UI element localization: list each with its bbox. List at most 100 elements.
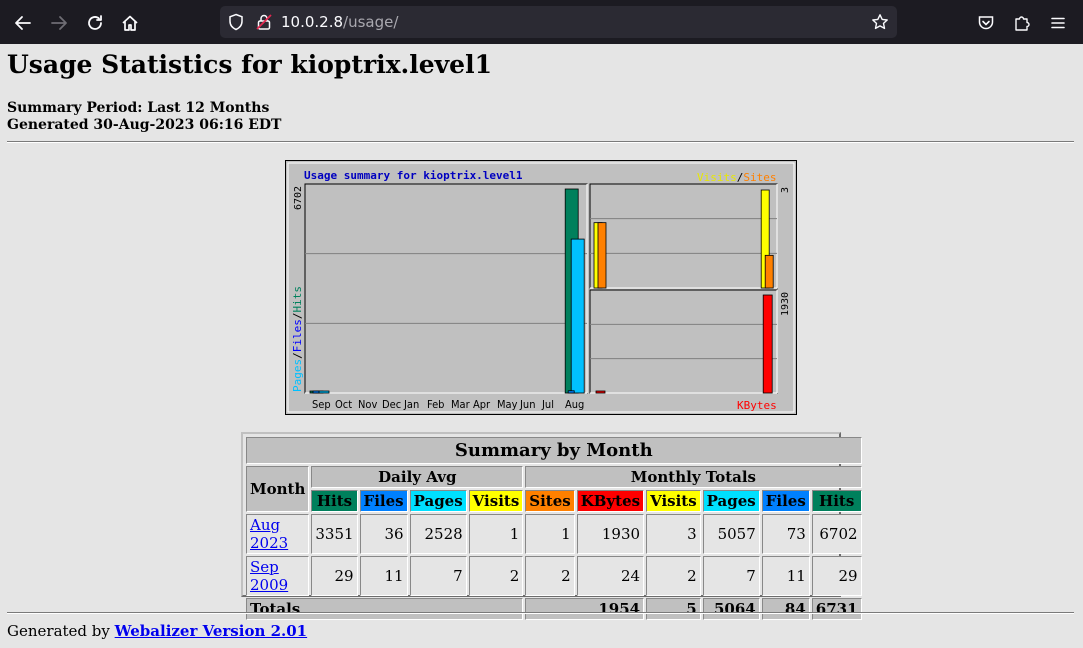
totals-row: Totals 1954 5 5064 84 6731 (246, 598, 862, 620)
sites-bar (764, 254, 774, 289)
col-header-visits: Visits (468, 490, 524, 512)
legend-visits: Visits (697, 171, 737, 184)
files-bar (312, 390, 320, 394)
legend-pages: Pages (291, 359, 304, 392)
summary-period: Summary Period: Last 12 Months (7, 100, 270, 116)
table-row: Sep 2009 29 11 7 2 2 24 2 7 11 29 (246, 556, 862, 596)
table-cell: 5057 (702, 514, 760, 554)
table-cell: 2 (646, 556, 701, 596)
shield-icon[interactable] (227, 13, 245, 31)
totals-pages: 5064 (702, 598, 760, 620)
url-text[interactable]: 10.0.2.8/usage/ (281, 13, 398, 31)
totals-visits: 5 (646, 598, 701, 620)
footer: Generated by Webalizer Version 2.01 (7, 622, 307, 640)
month-label: Jun (519, 398, 535, 411)
hits-files-pages-panel (304, 183, 588, 394)
menu-icon[interactable] (1044, 9, 1072, 37)
table-cell: 6702 (811, 514, 862, 554)
monthly-totals-header: Monthly Totals (525, 466, 862, 488)
pages-bar (570, 238, 585, 394)
main-panel-group (304, 183, 588, 394)
forward-icon[interactable] (45, 9, 73, 37)
col-header-sites: Sites (525, 490, 575, 512)
month-column-header: Month (246, 466, 310, 512)
report-meta: Summary Period: Last 12 Months Generated… (7, 100, 281, 134)
pocket-icon[interactable] (972, 9, 1000, 37)
table-cell: 3351 (311, 514, 358, 554)
table-cell: 2528 (409, 514, 467, 554)
divider-bottom (7, 612, 1074, 614)
totals-label: Totals (246, 598, 524, 620)
legend-files: Files (291, 319, 304, 352)
extensions-icon[interactable] (1008, 9, 1036, 37)
table-cell: 1 (468, 514, 524, 554)
home-icon[interactable] (116, 9, 144, 37)
table-caption: Summary by Month (246, 437, 862, 464)
month-label: Dec (382, 398, 401, 411)
table-cell: 11 (359, 556, 408, 596)
max-hits-label: 6702 (293, 186, 304, 210)
col-header-files-total: Files (761, 490, 810, 512)
table-cell: 1 (525, 514, 575, 554)
url-path: /usage/ (343, 13, 399, 31)
month-label: Oct (335, 398, 352, 411)
month-cell: Aug 2023 (246, 514, 310, 554)
divider-top (7, 141, 1074, 143)
files-bar (567, 390, 575, 394)
month-label: Jul (541, 398, 554, 411)
kbytes-panel-group (589, 289, 778, 394)
visits-panel-area (589, 183, 778, 289)
col-header-hits: Hits (311, 490, 358, 512)
main-panel-area (304, 183, 588, 394)
totals-kbytes: 1954 (525, 598, 645, 620)
page-content: Usage Statistics for kioptrix.level1 Sum… (0, 44, 1083, 648)
table-cell: 36 (359, 514, 408, 554)
table-cell: 3 (646, 514, 701, 554)
webalizer-link[interactable]: Webalizer Version 2.01 (115, 622, 307, 640)
month-label: Mar (451, 398, 471, 411)
month-label: May (497, 398, 518, 411)
month-label: Apr (473, 398, 491, 411)
col-header-files: Files (359, 490, 408, 512)
visits-sites-panel (589, 183, 778, 289)
reload-icon[interactable] (81, 9, 109, 37)
kbytes-bar (762, 294, 773, 394)
bookmark-star-icon[interactable] (871, 13, 889, 31)
graph-title: Usage summary for kioptrix.level1 (304, 169, 523, 182)
lock-icon[interactable] (255, 13, 273, 31)
table-cell: 7 (409, 556, 467, 596)
legend-sites: Sites (743, 171, 776, 184)
daily-avg-header: Daily Avg (311, 466, 524, 488)
back-icon[interactable] (9, 9, 37, 37)
table-cell: 24 (576, 556, 645, 596)
month-link-sep-2009[interactable]: Sep 2009 (250, 558, 288, 594)
table-cell: 29 (811, 556, 862, 596)
table-cell: 2 (525, 556, 575, 596)
col-header-pages-total: Pages (702, 490, 760, 512)
max-visits-label: 3 (780, 187, 791, 193)
kbytes-bar (595, 390, 606, 394)
address-bar[interactable]: 10.0.2.8/usage/ (220, 6, 897, 38)
legend-separator: / (291, 313, 304, 320)
generated-date: Generated 30-Aug-2023 06:16 EDT (7, 117, 282, 133)
month-link-aug-2023[interactable]: Aug 2023 (250, 516, 288, 552)
col-header-visits-total: Visits (646, 490, 701, 512)
graph-legend-visits-sites: Visits/Sites (697, 171, 777, 184)
browser-toolbar: 10.0.2.8/usage/ (0, 0, 1083, 44)
footer-prefix: Generated by (7, 622, 115, 640)
month-label: Jan (403, 398, 419, 411)
kbytes-panel-area (589, 289, 778, 394)
legend-separator: / (291, 352, 304, 359)
table-row: Aug 2023 3351 36 2528 1 1 1930 3 5057 73… (246, 514, 862, 554)
table-cell: 2 (468, 556, 524, 596)
col-header-pages: Pages (409, 490, 467, 512)
col-header-kbytes: KBytes (576, 490, 645, 512)
legend-separator: / (737, 171, 744, 184)
graph-legend-pages-files-hits: Pages/Files/Hits (291, 286, 304, 392)
month-label: Aug (565, 398, 584, 411)
table-cell: 7 (702, 556, 760, 596)
summary-table-frame: Summary by Month Month Daily Avg Monthly… (241, 432, 862, 620)
sites-bar (597, 222, 607, 289)
page-title: Usage Statistics for kioptrix.level1 (7, 50, 492, 79)
col-header-hits-total: Hits (811, 490, 862, 512)
